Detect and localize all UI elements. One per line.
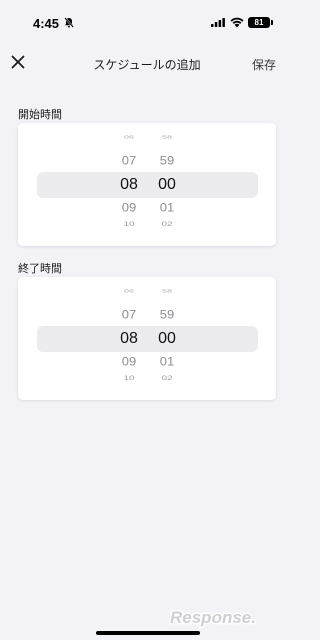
selected-minute[interactable]: 00 (152, 176, 182, 194)
home-indicator[interactable] (96, 631, 200, 635)
wheel-fade (18, 277, 276, 289)
hour-wheel[interactable]: 06 07 08 09 10 (114, 123, 144, 246)
end-time-picker[interactable]: 06 07 08 09 10 58 59 00 01 02 (18, 277, 276, 400)
end-time-label: 終了時間 (18, 262, 62, 275)
wheel-item[interactable]: 06 (114, 134, 144, 140)
wheel-item[interactable]: 02 (152, 221, 182, 228)
wheel-item[interactable]: 06 (114, 288, 144, 294)
wheel-fade (18, 234, 276, 246)
selected-minute[interactable]: 00 (152, 330, 182, 348)
battery-tip (271, 20, 273, 25)
minute-wheel[interactable]: 58 59 00 01 02 (152, 123, 182, 246)
start-time-picker[interactable]: 06 07 08 09 10 58 59 00 01 02 (18, 123, 276, 246)
wifi-icon (230, 17, 244, 28)
wheel-fade (18, 123, 276, 135)
signal-icon (211, 18, 225, 27)
wheel-item[interactable]: 10 (114, 375, 144, 382)
wheel-item[interactable]: 09 (114, 201, 144, 215)
bell-off-icon (64, 17, 74, 28)
response-watermark-logo: Response. Response. (169, 607, 258, 629)
svg-text:Response.: Response. (170, 608, 256, 627)
wheel-item[interactable]: 07 (114, 154, 144, 168)
wheel-item[interactable]: 10 (114, 221, 144, 228)
page-title: スケジュールの追加 (93, 58, 201, 72)
wheel-item[interactable]: 07 (114, 308, 144, 322)
selected-hour[interactable]: 08 (114, 330, 144, 348)
wheel-item[interactable]: 01 (152, 355, 182, 369)
save-button[interactable]: 保存 (252, 56, 276, 73)
battery-icon: 81 (248, 17, 270, 28)
wheel-item[interactable]: 59 (152, 154, 182, 168)
status-time: 4:45 (33, 16, 60, 31)
wheel-item[interactable]: 59 (152, 308, 182, 322)
minute-wheel[interactable]: 58 59 00 01 02 (152, 277, 182, 400)
wheel-item[interactable]: 09 (114, 355, 144, 369)
picker-selection-highlight (37, 326, 258, 352)
nav-bar: スケジュールの追加 保存 (0, 44, 294, 84)
start-time-label: 開始時間 (18, 108, 62, 121)
status-bar: 4:45 81 (0, 0, 294, 44)
wheel-item[interactable]: 02 (152, 375, 182, 382)
wheel-item[interactable]: 58 (152, 134, 182, 140)
selected-hour[interactable]: 08 (114, 176, 144, 194)
picker-selection-highlight (37, 172, 258, 198)
hour-wheel[interactable]: 06 07 08 09 10 (114, 277, 144, 400)
wheel-fade (18, 388, 276, 400)
wheel-item[interactable]: 58 (152, 288, 182, 294)
wheel-item[interactable]: 01 (152, 201, 182, 215)
